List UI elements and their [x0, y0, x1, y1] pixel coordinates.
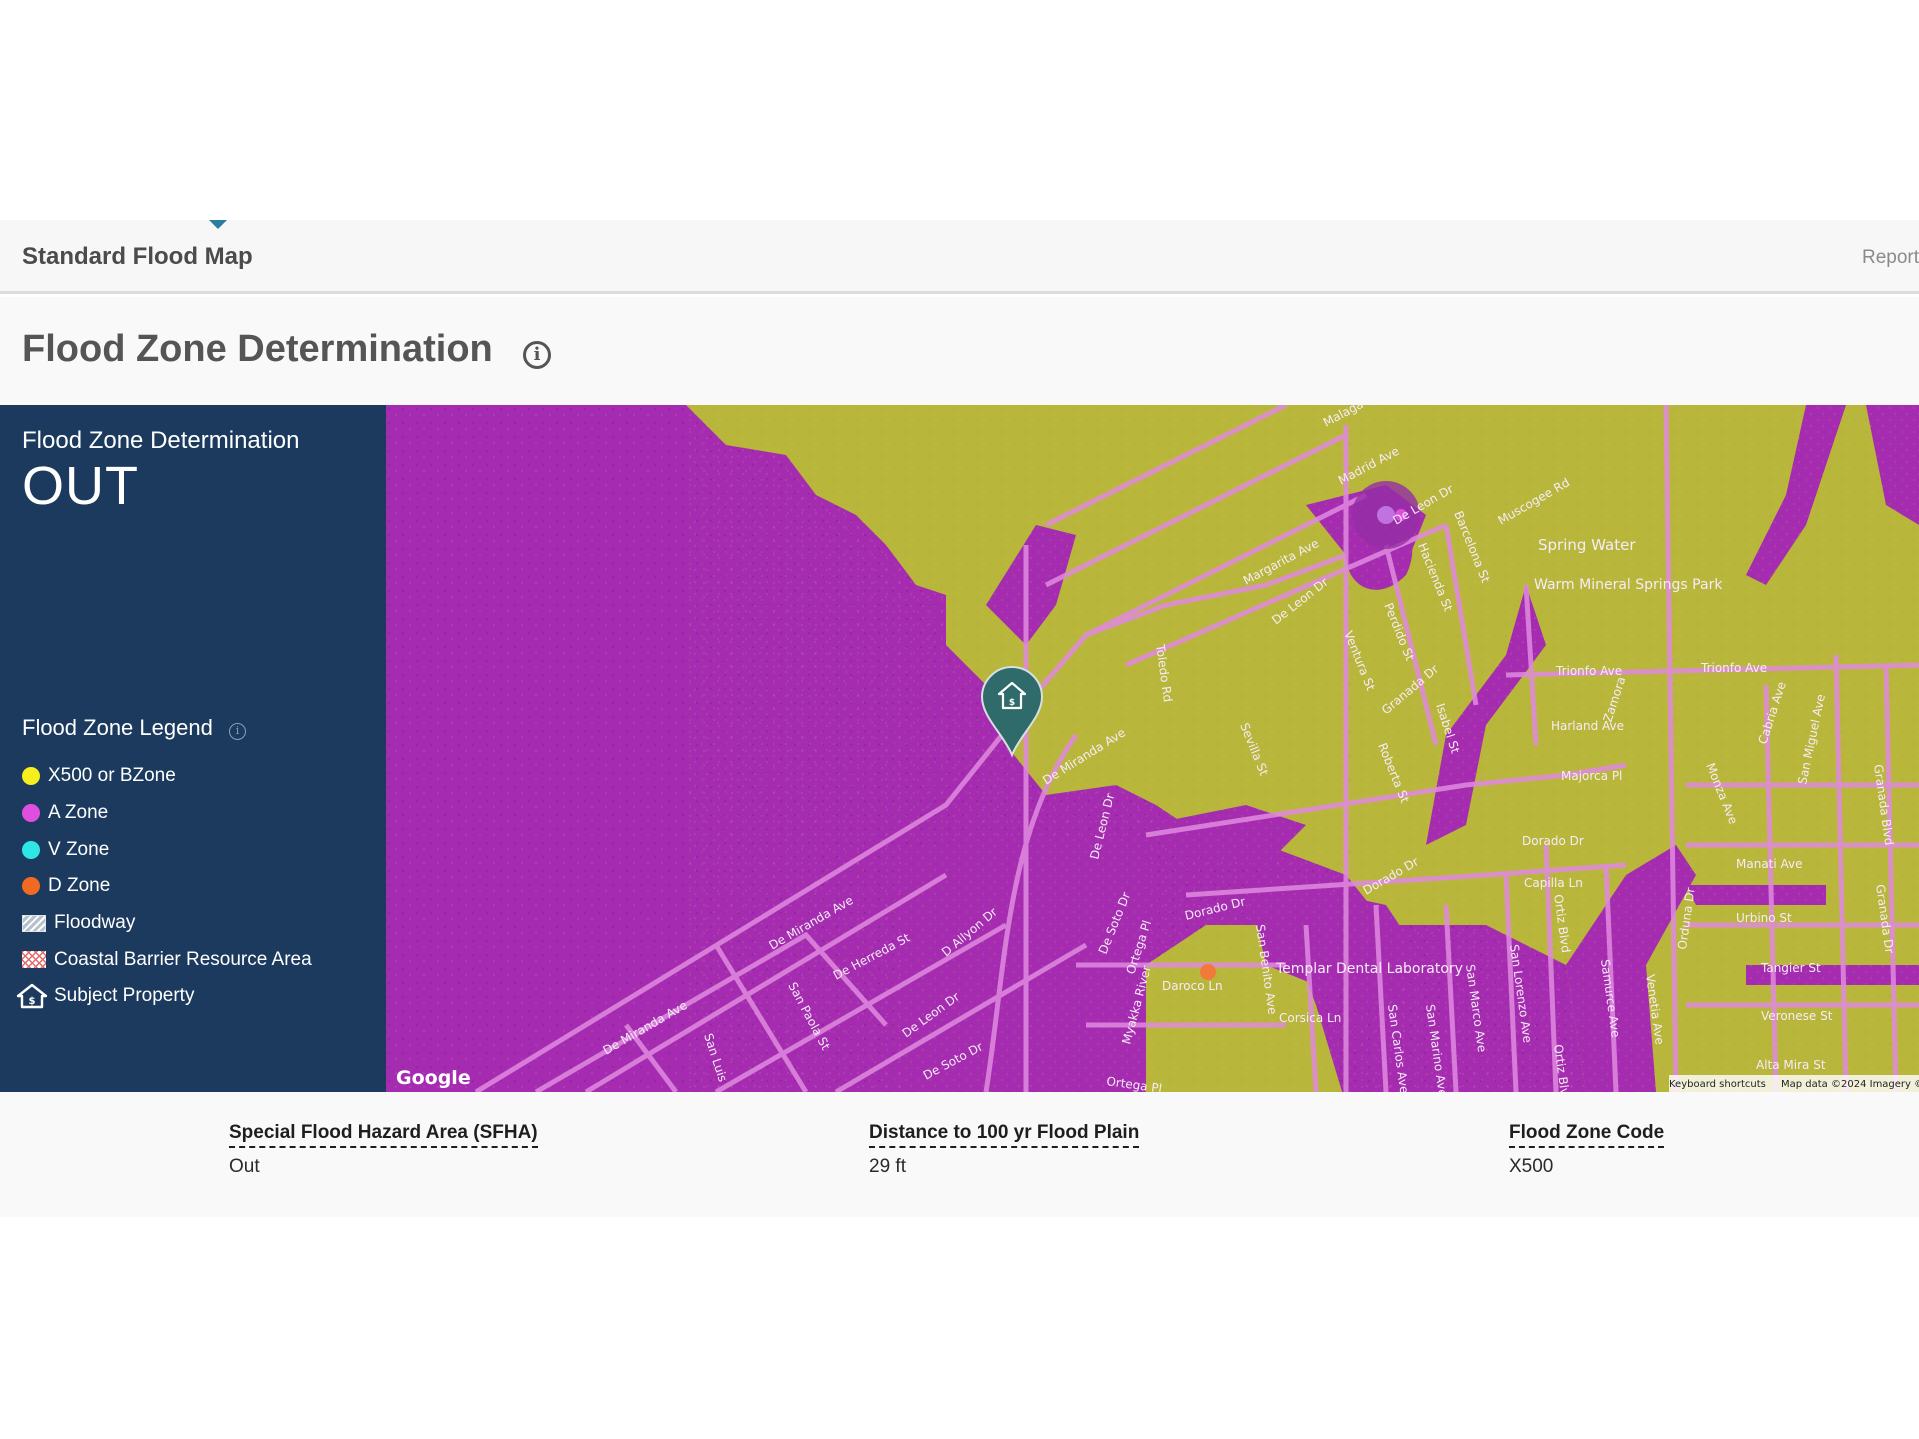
info-icon[interactable]: i: [523, 341, 551, 369]
stat-value: 29 ft: [869, 1156, 906, 1177]
stat-label[interactable]: Distance to 100 yr Flood Plain: [869, 1122, 1140, 1148]
legend-item-a-zone: A Zone: [22, 795, 312, 832]
page-top-margin: [0, 0, 1919, 220]
legend-label: V Zone: [48, 838, 110, 860]
yellow-dot-icon: [22, 767, 40, 786]
stat-distance: Distance to 100 yr Flood Plain 29 ft: [869, 1122, 1140, 1178]
flood-zone-legend: X500 or BZone A Zone V Zone D Zone Flood…: [16, 758, 312, 1015]
page-title: Flood Zone Determination: [22, 328, 493, 370]
hatched-swatch-icon: [22, 914, 46, 932]
magenta-dot-icon: [22, 804, 40, 823]
legend-info-icon[interactable]: i: [229, 723, 246, 740]
svg-text:Urbino St: Urbino St: [1736, 911, 1792, 925]
svg-text:Warm Mineral Springs Park: Warm Mineral Springs Park: [1534, 577, 1723, 593]
stat-zone-code: Flood Zone Code X500: [1509, 1122, 1665, 1178]
house-icon: $: [16, 984, 48, 1009]
stat-label[interactable]: Special Flood Hazard Area (SFHA): [229, 1122, 538, 1148]
business-marker-icon: [1200, 964, 1216, 980]
legend-title: Flood Zone Legend: [22, 715, 213, 740]
svg-text:Veronese St: Veronese St: [1761, 1009, 1833, 1023]
svg-text:$: $: [29, 996, 36, 1007]
legend-item-x500: X500 or BZone: [22, 758, 312, 795]
active-tab-indicator: [209, 220, 227, 229]
legend-item-d-zone: D Zone: [22, 868, 312, 905]
svg-text:Harland Ave: Harland Ave: [1551, 719, 1624, 733]
orange-dot-icon: [22, 877, 40, 896]
svg-text:Spring Water: Spring Water: [1538, 536, 1636, 554]
legend-label: D Zone: [48, 875, 111, 897]
determination-label: Flood Zone Determination: [22, 427, 300, 454]
determination-panel: Flood Zone Determination OUT Flood Zone …: [0, 405, 386, 1092]
legend-label: A Zone: [48, 802, 109, 824]
flood-stats-bar: Special Flood Hazard Area (SFHA) Out Dis…: [0, 1092, 1919, 1217]
tab-bar: [0, 220, 1919, 294]
svg-text:Daroco Ln: Daroco Ln: [1162, 979, 1223, 993]
legend-label: Subject Property: [54, 985, 195, 1007]
svg-text:Majorca Pl: Majorca Pl: [1561, 769, 1622, 783]
svg-text:Trionfo Ave: Trionfo Ave: [1700, 661, 1767, 675]
tab-report[interactable]: Report: [1862, 247, 1919, 269]
stat-label[interactable]: Flood Zone Code: [1509, 1122, 1665, 1148]
legend-item-v-zone: V Zone: [22, 831, 312, 868]
map-canvas: Malaga Ave Madrid Ave Muscogee Rd De Leo…: [386, 405, 1919, 1092]
crosshatch-swatch-icon: [22, 951, 46, 969]
svg-text:Capilla Ln: Capilla Ln: [1524, 876, 1583, 890]
svg-text:Corsica Ln: Corsica Ln: [1279, 1011, 1341, 1025]
svg-text:Manati Ave: Manati Ave: [1736, 857, 1803, 871]
map-data-attribution: Map data ©2024 Imagery ©2: [1781, 1079, 1919, 1090]
svg-text:$: $: [1009, 698, 1015, 708]
svg-text:Dorado Dr: Dorado Dr: [1522, 834, 1584, 848]
legend-item-subject-property: $ Subject Property: [16, 978, 312, 1015]
svg-text:Templar Dental Laboratory: Templar Dental Laboratory: [1275, 961, 1463, 977]
svg-text:Trionfo Ave: Trionfo Ave: [1555, 664, 1622, 678]
legend-label: X500 or BZone: [48, 765, 176, 787]
legend-label: Coastal Barrier Resource Area: [54, 948, 312, 970]
cyan-dot-icon: [22, 840, 40, 859]
svg-text:Alta Mira St: Alta Mira St: [1756, 1058, 1826, 1072]
stat-value: Out: [229, 1156, 260, 1177]
legend-item-floodway: Floodway: [22, 905, 312, 942]
determination-value: OUT: [22, 456, 139, 516]
flood-map[interactable]: Malaga Ave Madrid Ave Muscogee Rd De Leo…: [386, 405, 1919, 1092]
google-logo: Google: [396, 1067, 471, 1089]
stat-value: X500: [1509, 1156, 1554, 1177]
legend-item-cbra: Coastal Barrier Resource Area: [22, 941, 312, 978]
svg-text:Tangier St: Tangier St: [1760, 961, 1821, 975]
tab-standard-flood-map[interactable]: Standard Flood Map: [22, 243, 253, 271]
stat-sfha: Special Flood Hazard Area (SFHA) Out: [229, 1122, 538, 1178]
legend-label: Floodway: [54, 912, 136, 934]
keyboard-shortcuts-link[interactable]: Keyboard shortcuts: [1669, 1079, 1766, 1090]
